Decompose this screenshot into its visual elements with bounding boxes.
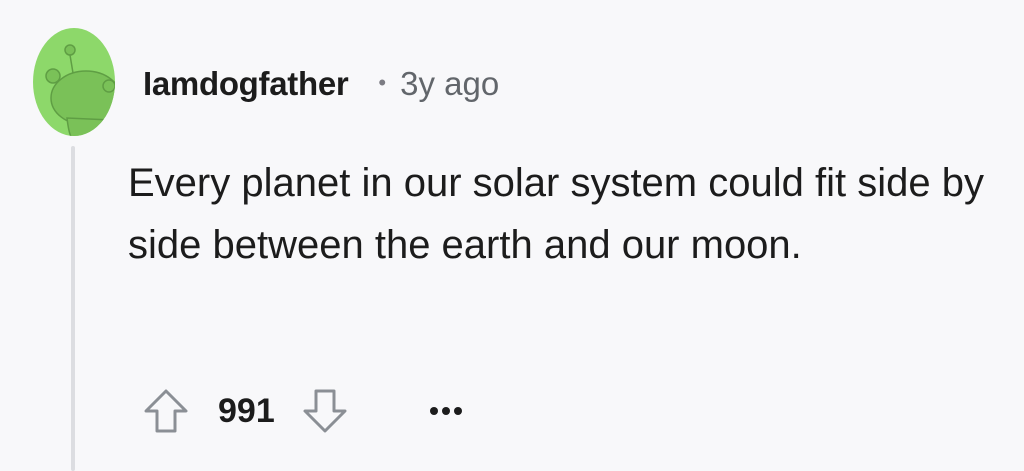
vote-score: 991 — [218, 391, 275, 430]
comment-actions: 991 — [140, 384, 471, 438]
comment: Iamdogfather • 3y ago Every planet in ou… — [0, 0, 1024, 471]
avatar[interactable] — [33, 28, 115, 136]
ellipsis-icon — [429, 407, 462, 415]
upvote-button[interactable] — [140, 384, 192, 438]
more-options-button[interactable] — [421, 384, 471, 438]
thread-line[interactable] — [71, 146, 75, 471]
username[interactable]: Iamdogfather — [143, 65, 349, 103]
downvote-button[interactable] — [299, 384, 351, 438]
timestamp: 3y ago — [400, 65, 500, 102]
arrow-up-icon — [144, 389, 188, 433]
separator-dot: • — [378, 70, 387, 95]
snoo-avatar-icon — [33, 28, 115, 136]
arrow-down-icon — [303, 389, 347, 433]
comment-body: Every planet in our solar system could f… — [128, 161, 984, 267]
comment-meta: Iamdogfather • 3y ago — [143, 62, 499, 106]
